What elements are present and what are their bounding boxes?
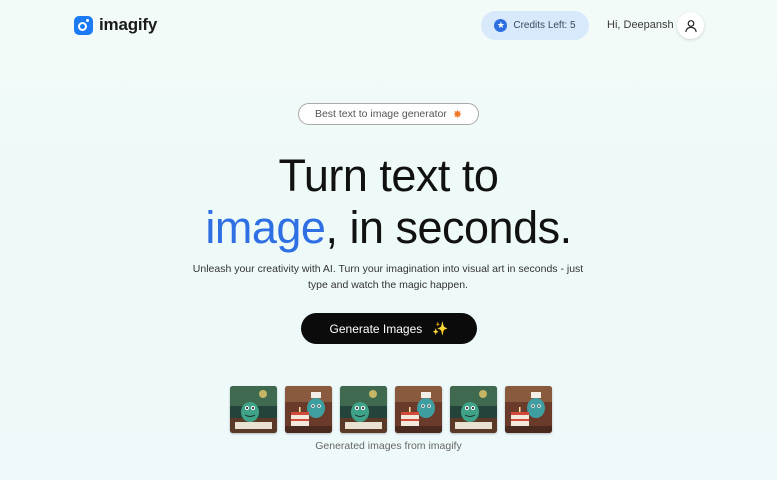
logo-text: imagify	[99, 15, 158, 34]
user-greeting: Hi, Deepansh	[607, 19, 674, 31]
landing-page: imagify ★ Credits Left: 5 Hi, Deepansh B…	[0, 0, 777, 480]
hero-description: Unleash your creativity with AI. Turn yo…	[192, 263, 584, 291]
gallery-image	[285, 386, 332, 433]
headline-accent: image	[205, 202, 326, 253]
gallery-image	[340, 386, 387, 433]
sparkle-icon: ✨	[432, 320, 449, 336]
page-title: Turn text to image, in seconds.	[0, 150, 777, 254]
gallery-image	[395, 386, 442, 433]
star-icon: ★	[494, 19, 508, 32]
headline-line1: Turn text to	[278, 150, 499, 201]
user-avatar[interactable]	[677, 12, 704, 39]
badge-text: Best text to image generator	[314, 108, 447, 120]
sample-gallery	[230, 386, 552, 433]
logo[interactable]: imagify	[74, 15, 157, 35]
headline-rest: , in seconds.	[325, 202, 572, 253]
credits-label: Credits Left: 5	[513, 20, 576, 31]
credits-button[interactable]: ★ Credits Left: 5	[481, 11, 589, 40]
star-icon: ✸	[452, 108, 463, 121]
imagify-logo-icon	[74, 15, 93, 35]
gallery-caption: Generated images from imagify	[315, 440, 462, 452]
cta-label: Generate Images	[329, 321, 423, 336]
gallery-image	[230, 386, 277, 433]
gallery-image	[450, 386, 497, 433]
user-icon	[684, 19, 697, 32]
generate-images-button[interactable]: Generate Images ✨	[301, 313, 477, 344]
gallery-image	[505, 386, 552, 433]
tagline-badge: Best text to image generator ✸	[298, 103, 479, 125]
